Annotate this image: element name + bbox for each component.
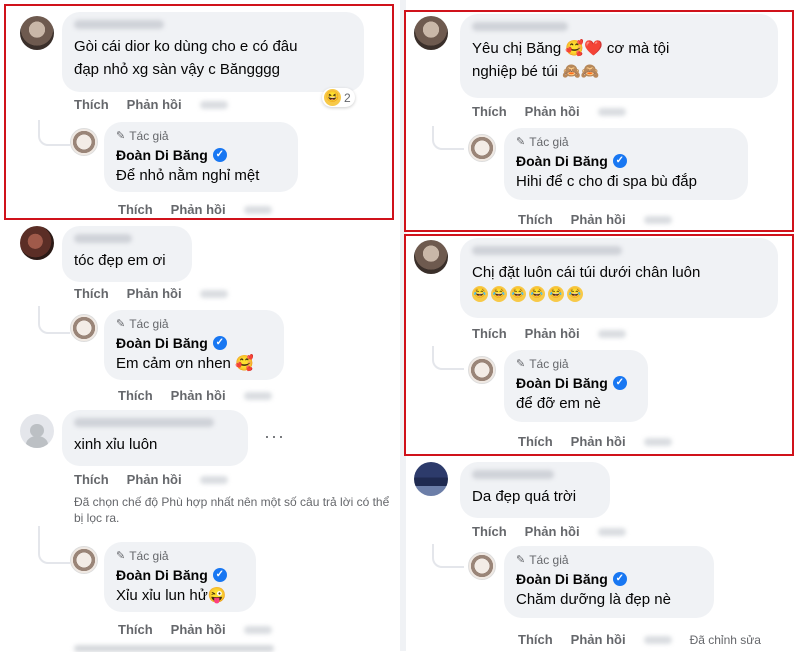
comment-actions: Thích Phản hồi xyxy=(472,524,626,539)
commenter-avatar[interactable] xyxy=(414,462,448,496)
comment-bubble: Da đẹp quá trời xyxy=(460,462,610,518)
reply-button[interactable]: Phản hồi xyxy=(127,472,182,487)
verified-icon: ✓ xyxy=(212,568,227,582)
highlight-box xyxy=(404,234,794,456)
verified-icon: ✓ xyxy=(212,336,227,350)
like-button[interactable]: Thích xyxy=(118,622,153,637)
highlight-box xyxy=(404,10,794,232)
like-button[interactable]: Thích xyxy=(74,286,109,301)
reply-actions: Thích Phản hồi Đã chỉnh sửa xyxy=(518,632,761,647)
blurred-timestamp xyxy=(597,527,626,536)
author-badge: ✎ Tác giả xyxy=(516,553,702,567)
reply-thread-line xyxy=(432,544,464,568)
reply-button[interactable]: Phản hồi xyxy=(171,388,226,403)
highlight-box xyxy=(4,4,394,220)
author-name[interactable]: Đoàn Di Băng xyxy=(116,566,208,584)
commenter-avatar[interactable] xyxy=(20,414,54,448)
reply-thread-line xyxy=(38,306,70,334)
blurred-timestamp xyxy=(199,475,228,484)
like-button[interactable]: Thích xyxy=(74,472,109,487)
author-name-row[interactable]: Đoàn Di Băng ✓ xyxy=(116,334,272,352)
reply-bubble: ✎ Tác giả Đoàn Di Băng ✓ Chăm dưỡng là đẹp… xyxy=(504,546,714,618)
like-button[interactable]: Thích xyxy=(518,632,553,647)
filter-note: Đã chọn chế độ Phù hợp nhất nên một số c… xyxy=(74,495,390,525)
comment-text: tóc đẹp em ơi xyxy=(74,252,166,269)
reply-thread-line xyxy=(38,526,70,564)
author-badge-label: Tác giả xyxy=(129,317,169,331)
blurred-commenter-name xyxy=(74,234,132,243)
blurred-commenter-name xyxy=(472,470,554,479)
reply-text: Chăm dưỡng là đẹp nè xyxy=(516,591,671,608)
author-name[interactable]: Đoàn Di Băng xyxy=(116,334,208,352)
reply-bubble: ✎ Tác giả Đoàn Di Băng ✓ Em cảm ơn nhen 🥰 xyxy=(104,310,284,380)
author-name-row[interactable]: Đoàn Di Băng ✓ xyxy=(116,566,244,584)
more-icon[interactable]: ··· xyxy=(264,426,285,447)
like-button[interactable]: Thích xyxy=(472,524,507,539)
verified-icon: ✓ xyxy=(612,572,627,586)
blurred-timestamp xyxy=(643,635,672,644)
reply-button[interactable]: Phản hồi xyxy=(127,286,182,301)
blurred-commenter-name xyxy=(74,418,214,427)
reply-actions: Thích Phản hồi xyxy=(118,388,272,403)
author-avatar[interactable] xyxy=(70,546,98,574)
pen-icon: ✎ xyxy=(116,318,126,330)
blurred-timestamp xyxy=(199,289,228,298)
author-badge-label: Tác giả xyxy=(529,553,569,567)
commenter-avatar[interactable] xyxy=(20,226,54,260)
comment-text: xinh xỉu luôn xyxy=(74,436,158,453)
author-name-row[interactable]: Đoàn Di Băng ✓ xyxy=(516,570,702,588)
comment-bubble: tóc đẹp em ơi xyxy=(62,226,192,282)
reply-button[interactable]: Phản hồi xyxy=(171,622,226,637)
blurred-timestamp xyxy=(243,625,272,634)
like-button[interactable]: Thích xyxy=(118,388,153,403)
blurred-timestamp xyxy=(243,391,272,400)
author-badge-label: Tác giả xyxy=(129,549,169,563)
comment-bubble: xinh xỉu luôn xyxy=(62,410,248,466)
pen-icon: ✎ xyxy=(516,554,526,566)
author-badge: ✎ Tác giả xyxy=(116,549,244,563)
reply-text: Em cảm ơn nhen 🥰 xyxy=(116,355,254,372)
author-name[interactable]: Đoàn Di Băng xyxy=(516,570,608,588)
author-badge: ✎ Tác giả xyxy=(116,317,272,331)
comment-actions: Thích Phản hồi xyxy=(74,286,228,301)
reply-actions: Thích Phản hồi xyxy=(118,622,272,637)
comment-text: Da đẹp quá trời xyxy=(472,488,577,505)
pen-icon: ✎ xyxy=(116,550,126,562)
author-avatar[interactable] xyxy=(70,314,98,342)
edited-label: Đã chỉnh sửa xyxy=(689,632,761,647)
reply-button[interactable]: Phản hồi xyxy=(571,632,626,647)
reply-text: Xỉu xỉu lun hử😜 xyxy=(116,587,227,604)
comment-actions: Thích Phản hồi xyxy=(74,472,228,487)
author-avatar[interactable] xyxy=(468,552,496,580)
reply-button[interactable]: Phản hồi xyxy=(525,524,580,539)
reply-bubble: ✎ Tác giả Đoàn Di Băng ✓ Xỉu xỉu lun hử😜 xyxy=(104,542,256,612)
